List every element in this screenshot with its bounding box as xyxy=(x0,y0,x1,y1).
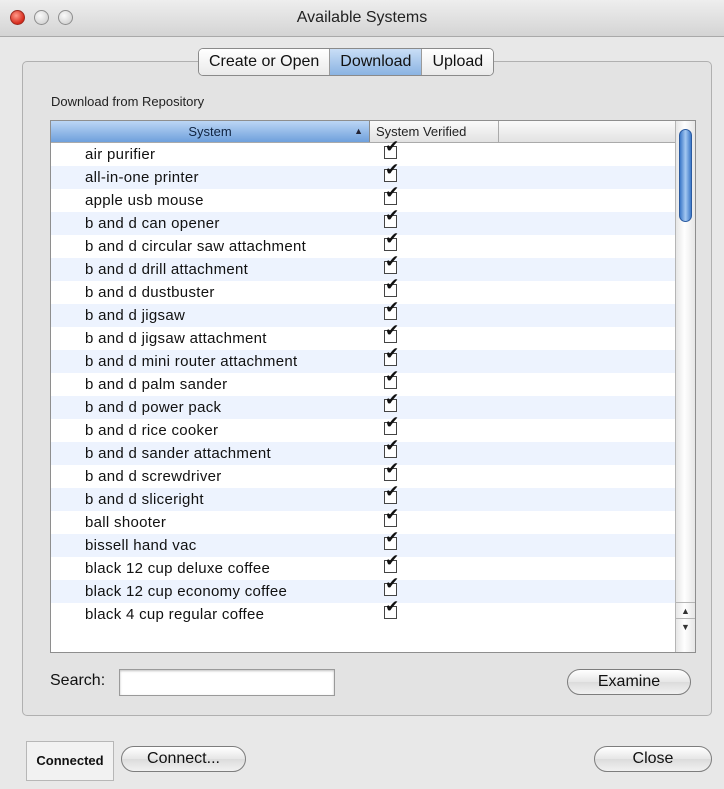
table-row[interactable]: b and d jigsaw xyxy=(51,299,675,327)
verified-checkbox[interactable] xyxy=(384,598,399,619)
table-row[interactable]: b and d rice cooker xyxy=(51,414,675,442)
system-name: ball shooter xyxy=(85,514,167,531)
system-name: air purifier xyxy=(85,146,156,163)
system-name: black 12 cup deluxe coffee xyxy=(85,560,271,577)
column-header-system-label: System xyxy=(188,124,232,139)
tab-upload[interactable]: Upload xyxy=(422,49,494,75)
verified-checkbox[interactable] xyxy=(384,207,399,228)
verified-checkbox[interactable] xyxy=(384,253,399,274)
table-row[interactable]: air purifier xyxy=(51,138,675,166)
table-row[interactable]: black 4 cup regular coffee xyxy=(51,598,675,626)
table-row[interactable]: black 12 cup deluxe coffee xyxy=(51,552,675,580)
verified-checkbox[interactable] xyxy=(384,529,399,550)
verified-checkbox[interactable] xyxy=(384,138,399,159)
verified-checkbox[interactable] xyxy=(384,230,399,251)
table-row[interactable]: ball shooter xyxy=(51,506,675,534)
verified-checkbox[interactable] xyxy=(384,506,399,527)
verified-checkbox[interactable] xyxy=(384,575,399,596)
scroll-down-arrow-icon[interactable]: ▼ xyxy=(676,618,695,635)
system-name: b and d rice cooker xyxy=(85,422,219,439)
system-name: all-in-one printer xyxy=(85,169,199,186)
systems-table: System ▲ System Verified air purifier all… xyxy=(50,120,696,653)
table-row[interactable]: b and d circular saw attachment xyxy=(51,230,675,258)
scrollbar-thumb[interactable] xyxy=(679,129,692,222)
system-name: b and d sander attachment xyxy=(85,445,271,462)
verified-checkbox[interactable] xyxy=(384,184,399,205)
verified-checkbox[interactable] xyxy=(384,345,399,366)
verified-checkbox[interactable] xyxy=(384,552,399,573)
table-row[interactable]: black 12 cup economy coffee xyxy=(51,575,675,603)
table-row[interactable]: b and d sliceright xyxy=(51,483,675,511)
verified-checkbox[interactable] xyxy=(384,460,399,481)
table-row[interactable]: apple usb mouse xyxy=(51,184,675,212)
title-bar: Available Systems xyxy=(0,0,724,37)
verified-checkbox[interactable] xyxy=(384,276,399,297)
table-row[interactable]: b and d power pack xyxy=(51,391,675,419)
verified-checkbox[interactable] xyxy=(384,391,399,412)
verified-checkbox[interactable] xyxy=(384,437,399,458)
system-name: bissell hand vac xyxy=(85,537,197,554)
vertical-scrollbar[interactable]: ▲ ▼ xyxy=(675,121,695,652)
verified-checkbox[interactable] xyxy=(384,161,399,182)
table-row[interactable]: b and d palm sander xyxy=(51,368,675,396)
connect-button[interactable]: Connect... xyxy=(121,746,246,772)
system-name: b and d power pack xyxy=(85,399,222,416)
system-name: b and d screwdriver xyxy=(85,468,222,485)
verified-checkbox[interactable] xyxy=(384,483,399,504)
verified-checkbox[interactable] xyxy=(384,299,399,320)
system-name: b and d mini router attachment xyxy=(85,353,298,370)
table-body: air purifier all-in-one printer apple usb … xyxy=(51,138,675,626)
examine-button[interactable]: Examine xyxy=(567,669,691,695)
table-row[interactable]: b and d dustbuster xyxy=(51,276,675,304)
system-name: b and d sliceright xyxy=(85,491,204,508)
scroll-up-arrow-icon[interactable]: ▲ xyxy=(676,602,695,619)
section-label: Download from Repository xyxy=(51,94,205,109)
table-row[interactable]: b and d drill attachment xyxy=(51,253,675,281)
system-name: apple usb mouse xyxy=(85,192,204,209)
system-name: black 12 cup economy coffee xyxy=(85,583,288,600)
search-input[interactable] xyxy=(119,669,335,696)
system-name: b and d jigsaw attachment xyxy=(85,330,267,347)
search-label: Search: xyxy=(50,672,106,689)
table-row[interactable]: all-in-one printer xyxy=(51,161,675,189)
table-row[interactable]: b and d sander attachment xyxy=(51,437,675,465)
system-name: b and d jigsaw xyxy=(85,307,186,324)
system-name: b and d circular saw attachment xyxy=(85,238,307,255)
verified-checkbox[interactable] xyxy=(384,368,399,389)
window-title: Available Systems xyxy=(296,9,428,26)
system-name: b and d can opener xyxy=(85,215,220,232)
table-row[interactable]: b and d can opener xyxy=(51,207,675,235)
connection-status: Connected xyxy=(26,741,114,781)
system-name: b and d dustbuster xyxy=(85,284,215,301)
verified-checkbox[interactable] xyxy=(384,322,399,343)
system-name: b and d drill attachment xyxy=(85,261,249,278)
table-header: System ▲ System Verified xyxy=(51,121,675,143)
table-row[interactable]: b and d mini router attachment xyxy=(51,345,675,373)
table-row[interactable]: bissell hand vac xyxy=(51,529,675,557)
system-name: b and d palm sander xyxy=(85,376,228,393)
tab-download[interactable]: Download xyxy=(330,49,423,75)
sort-ascending-icon: ▲ xyxy=(354,126,363,136)
table-row[interactable]: b and d jigsaw attachment xyxy=(51,322,675,350)
verified-checkbox[interactable] xyxy=(384,414,399,435)
tab-create-or-open[interactable]: Create or Open xyxy=(199,49,331,75)
close-button[interactable]: Close xyxy=(594,746,712,772)
tab-bar: Create or Open Download Upload xyxy=(198,48,495,76)
system-name: black 4 cup regular coffee xyxy=(85,606,265,623)
column-header-system[interactable]: System ▲ xyxy=(51,121,370,142)
table-row[interactable]: b and d screwdriver xyxy=(51,460,675,488)
